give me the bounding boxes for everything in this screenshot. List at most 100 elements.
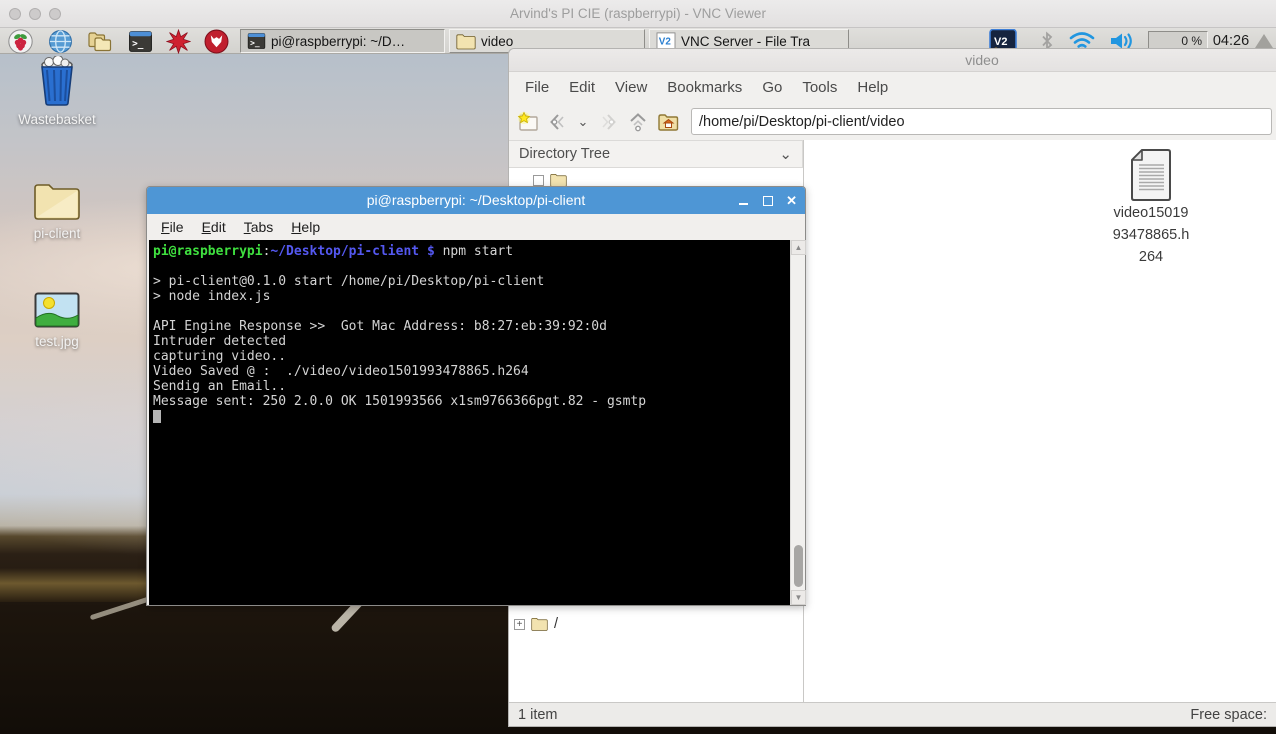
- tree-expander-icon[interactable]: +: [514, 618, 525, 630]
- desktop-icon-pi-client[interactable]: pi-client: [0, 182, 114, 241]
- home-icon[interactable]: [655, 109, 681, 135]
- task-label: video: [481, 33, 514, 49]
- chevron-down-icon: ⌄: [779, 146, 792, 163]
- svg-text:V2: V2: [659, 37, 672, 48]
- mathematica-icon[interactable]: [162, 28, 194, 54]
- macos-titlebar: Arvind's PI CIE (raspberrypi) - VNC View…: [0, 0, 1276, 28]
- svg-text:V2: V2: [994, 36, 1007, 48]
- scroll-down-icon[interactable]: ▼: [791, 590, 806, 605]
- terminal-titlebar[interactable]: pi@raspberrypi: ~/Desktop/pi-client ✕: [147, 187, 805, 214]
- tree-expander-icon[interactable]: [533, 174, 544, 186]
- wastebasket-icon: [41, 56, 73, 106]
- free-space-label: Free space:: [1190, 706, 1267, 723]
- prompt-dollar: $: [419, 244, 443, 259]
- file-manager-title: video: [965, 52, 999, 68]
- terminal-line: API Engine Response >> Got Mac Address: …: [153, 319, 607, 334]
- side-pane-mode-select[interactable]: Directory Tree ⌄: [509, 140, 803, 168]
- tree-item-partial[interactable]: [533, 173, 567, 187]
- file-name-line: 93478865.h: [1112, 227, 1190, 243]
- new-tab-icon[interactable]: [515, 109, 541, 135]
- terminal-prompt-line: pi@raspberrypi:~/Desktop/pi-client $ npm…: [153, 244, 514, 259]
- task-label: VNC Server - File Tra: [681, 33, 811, 49]
- terminal-line: capturing video..: [153, 349, 287, 364]
- menu-tools[interactable]: Tools: [792, 79, 847, 96]
- desktop-icon-label: test.jpg: [35, 334, 79, 349]
- desktop-icon-wastebasket[interactable]: Wastebasket: [0, 56, 114, 127]
- tree-item-root[interactable]: + /: [514, 616, 558, 632]
- folder-icon: [531, 617, 548, 631]
- folder-icon: [34, 184, 80, 220]
- terminal-menubar: File Edit Tabs Help: [147, 214, 805, 240]
- vnc-viewer-window: Wastebasket pi-client test.jpg video Fil…: [0, 0, 1276, 734]
- menu-view[interactable]: View: [605, 79, 657, 96]
- forward-icon: [595, 109, 621, 135]
- folder-task-icon: [456, 33, 476, 49]
- file-manager-statusbar: 1 item Free space:: [509, 702, 1276, 726]
- file-list-pane: video15019 93478865.h 264: [804, 140, 1276, 702]
- file-item-video[interactable]: video15019 93478865.h 264: [1101, 148, 1201, 268]
- menu-file[interactable]: File: [515, 79, 559, 96]
- terminal-content: pi@raspberrypi:~/Desktop/pi-client $ npm…: [147, 240, 806, 605]
- path-input[interactable]: [691, 108, 1272, 135]
- task-label: pi@raspberrypi: ~/D…: [271, 33, 406, 49]
- desktop-icon-test-jpg[interactable]: test.jpg: [0, 292, 114, 349]
- menu-bookmarks[interactable]: Bookmarks: [657, 79, 752, 96]
- menu-help[interactable]: Help: [282, 219, 329, 235]
- web-browser-icon[interactable]: [44, 29, 76, 53]
- menu-edit[interactable]: Edit: [559, 79, 605, 96]
- file-manager-titlebar[interactable]: video: [509, 49, 1276, 72]
- prompt-path: ~/Desktop/pi-client: [270, 244, 420, 259]
- scroll-up-icon[interactable]: ▲: [791, 240, 806, 255]
- desktop-icon-label: Wastebasket: [18, 112, 96, 127]
- maximize-icon[interactable]: [762, 195, 774, 206]
- prompt-command: npm start: [442, 244, 514, 259]
- back-history-chevron-icon[interactable]: ⌄: [575, 114, 591, 130]
- up-directory-icon[interactable]: [625, 109, 651, 135]
- terminal-cursor-line: [153, 409, 788, 424]
- menu-go[interactable]: Go: [752, 79, 792, 96]
- menu-help[interactable]: Help: [847, 79, 898, 96]
- menu-edit[interactable]: Edit: [193, 219, 235, 235]
- menu-raspberry-icon[interactable]: [4, 28, 36, 54]
- terminal-line: Message sent: 250 2.0.0 OK 1501993566 x1…: [153, 394, 647, 409]
- side-pane-header-label: Directory Tree: [519, 146, 611, 162]
- taskbar-task-terminal[interactable]: >_ pi@raspberrypi: ~/D…: [240, 29, 445, 53]
- terminal-line: Video Saved @ : ./video/video15019934788…: [153, 364, 529, 379]
- file-name-line: video15019: [1113, 205, 1189, 221]
- desktop-icon-label: pi-client: [33, 226, 81, 241]
- terminal-window: pi@raspberrypi: ~/Desktop/pi-client ✕ Fi…: [146, 186, 806, 606]
- close-icon[interactable]: ✕: [786, 194, 797, 207]
- file-manager-menubar: File Edit View Bookmarks Go Tools Help: [509, 72, 1276, 103]
- scrollbar-thumb[interactable]: [794, 545, 803, 587]
- svg-text:>_: >_: [132, 38, 144, 49]
- file-manager-toolbar: ⌄: [509, 103, 1276, 140]
- menu-tabs[interactable]: Tabs: [235, 219, 283, 235]
- terminal-scrollbar[interactable]: ▲ ▼: [790, 240, 806, 605]
- terminal-line: > node index.js: [153, 289, 271, 304]
- image-icon: [34, 292, 80, 328]
- terminal-line: Intruder detected: [153, 334, 287, 349]
- terminal-screen[interactable]: pi@raspberrypi:~/Desktop/pi-client $ npm…: [149, 240, 790, 605]
- clock-label: 04:26: [1212, 33, 1250, 49]
- document-icon: [1131, 149, 1171, 201]
- terminal-task-icon: >_: [247, 33, 266, 49]
- terminal-cursor: [153, 410, 161, 423]
- minimize-icon[interactable]: [738, 195, 749, 206]
- terminal-line: > pi-client@0.1.0 start /home/pi/Desktop…: [153, 274, 545, 289]
- back-icon[interactable]: [545, 109, 571, 135]
- tree-item-label: /: [554, 616, 559, 632]
- cpu-usage-label: 0 %: [1181, 34, 1202, 48]
- folder-icon: [550, 173, 567, 187]
- terminal-title: pi@raspberrypi: ~/Desktop/pi-client: [366, 192, 586, 208]
- terminal-launcher-icon[interactable]: >_: [124, 29, 156, 53]
- item-count: 1 item: [518, 706, 558, 723]
- menu-file[interactable]: File: [152, 219, 193, 235]
- terminal-line: Sendig an Email..: [153, 379, 287, 394]
- wolfram-icon[interactable]: [200, 29, 232, 53]
- prompt-user: pi@raspberrypi: [153, 244, 263, 259]
- svg-text:>_: >_: [250, 39, 260, 48]
- file-name-line: 264: [1138, 249, 1164, 265]
- file-manager-icon[interactable]: [84, 29, 116, 53]
